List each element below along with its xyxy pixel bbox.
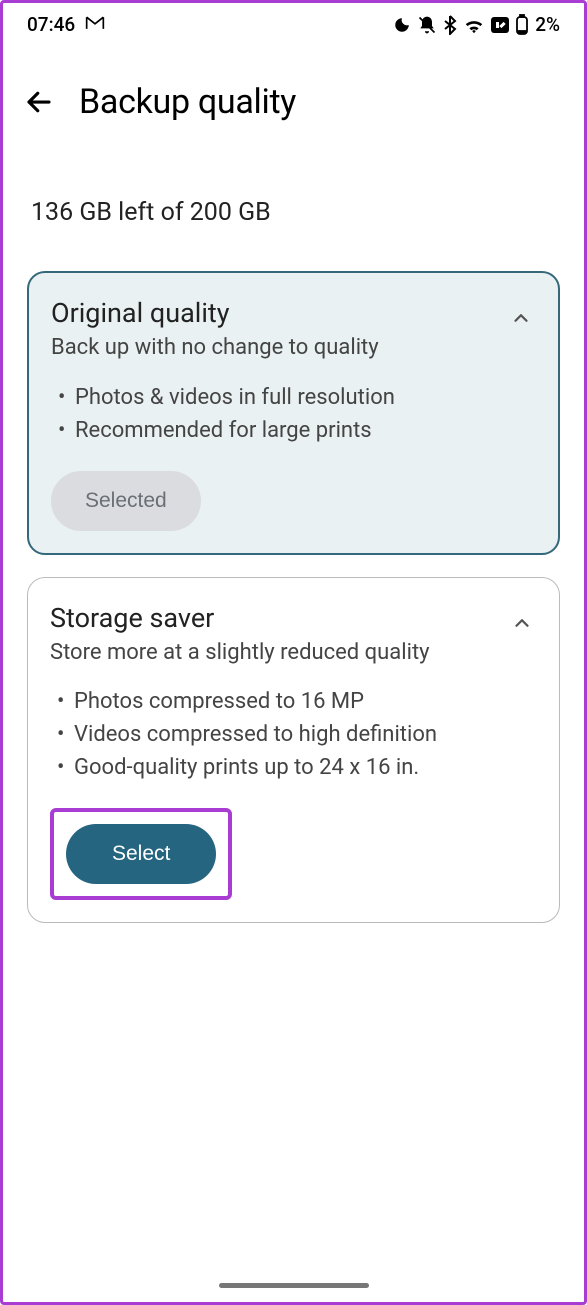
home-indicator[interactable] [219, 1283, 369, 1288]
storage-summary: 136 GB left of 200 GB [3, 142, 584, 251]
list-item: Photos compressed to 16 MP [54, 685, 537, 718]
highlight-annotation: Select [50, 808, 232, 900]
storage-saver-subtitle: Store more at a slightly reduced quality [50, 638, 497, 668]
collapse-toggle-original[interactable] [506, 303, 536, 333]
original-quality-subtitle: Back up with no change to quality [51, 333, 496, 363]
status-time: 07:46 [27, 13, 75, 36]
arrow-left-icon [24, 87, 54, 117]
chevron-up-icon [510, 307, 532, 329]
bell-off-icon [417, 15, 437, 35]
bluetooth-icon [443, 15, 457, 35]
original-quality-title: Original quality [51, 297, 496, 329]
chevron-up-icon [511, 612, 533, 634]
storage-saver-card[interactable]: Storage saver Store more at a slightly r… [27, 577, 560, 924]
list-item: Good-quality prints up to 24 x 16 in. [54, 751, 537, 784]
app-bar: Backup quality [3, 44, 584, 142]
gmail-icon [85, 13, 105, 36]
wifi-icon [463, 16, 485, 34]
original-quality-bullets: Photos & videos in full resolution Recom… [51, 381, 536, 447]
select-button[interactable]: Select [66, 824, 216, 884]
dnd-moon-icon [393, 16, 411, 34]
battery-icon [515, 14, 529, 36]
data-icon [491, 17, 509, 33]
original-quality-card[interactable]: Original quality Back up with no change … [27, 271, 560, 555]
storage-saver-title: Storage saver [50, 602, 497, 634]
back-button[interactable] [23, 86, 55, 118]
page-title: Backup quality [79, 82, 296, 122]
storage-saver-bullets: Photos compressed to 16 MP Videos compre… [50, 685, 537, 784]
battery-percent: 2% [535, 13, 560, 36]
collapse-toggle-saver[interactable] [507, 608, 537, 638]
list-item: Photos & videos in full resolution [55, 381, 536, 414]
status-bar: 07:46 2% [3, 3, 584, 44]
list-item: Recommended for large prints [55, 414, 536, 447]
list-item: Videos compressed to high definition [54, 718, 537, 751]
selected-button: Selected [51, 471, 201, 531]
